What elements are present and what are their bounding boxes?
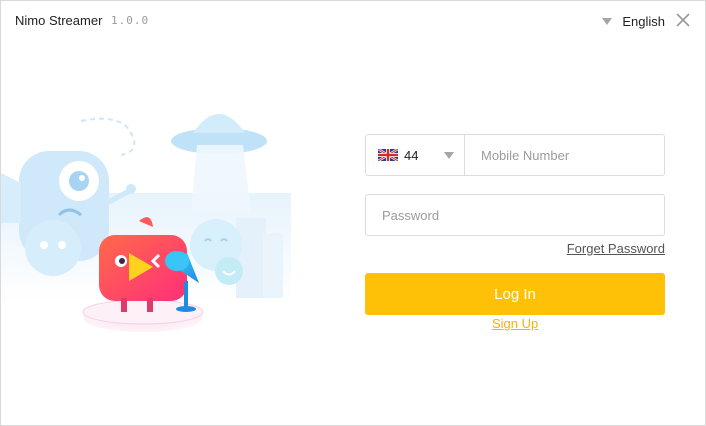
uk-flag-icon bbox=[378, 149, 398, 161]
password-input[interactable] bbox=[366, 195, 662, 235]
title-bar: Nimo Streamer 1.0.0 English bbox=[1, 1, 705, 41]
sign-up-link[interactable]: Sign Up bbox=[492, 316, 538, 331]
password-field-box bbox=[365, 194, 665, 236]
app-version: 1.0.0 bbox=[111, 14, 150, 27]
mobile-number-input[interactable] bbox=[465, 135, 661, 175]
language-selector[interactable]: English bbox=[602, 12, 665, 30]
login-button[interactable]: Log In bbox=[365, 273, 665, 315]
app-title: Nimo Streamer bbox=[15, 13, 103, 28]
login-window: Nimo Streamer 1.0.0 English 44 Mobile Nu… bbox=[0, 0, 706, 426]
caret-down-icon bbox=[444, 152, 454, 159]
mascot-illustration bbox=[1, 114, 291, 332]
country-code: 44 bbox=[404, 147, 419, 163]
caret-down-icon bbox=[602, 17, 613, 25]
close-icon[interactable] bbox=[675, 12, 691, 28]
language-label: English bbox=[622, 13, 665, 29]
phone-input-group: 44 bbox=[365, 134, 665, 176]
country-code-selector[interactable]: 44 bbox=[366, 135, 465, 175]
forget-password-link[interactable]: Forget Password bbox=[567, 241, 665, 256]
login-form: 44 Forget Password Log In Sign Up bbox=[365, 134, 665, 331]
